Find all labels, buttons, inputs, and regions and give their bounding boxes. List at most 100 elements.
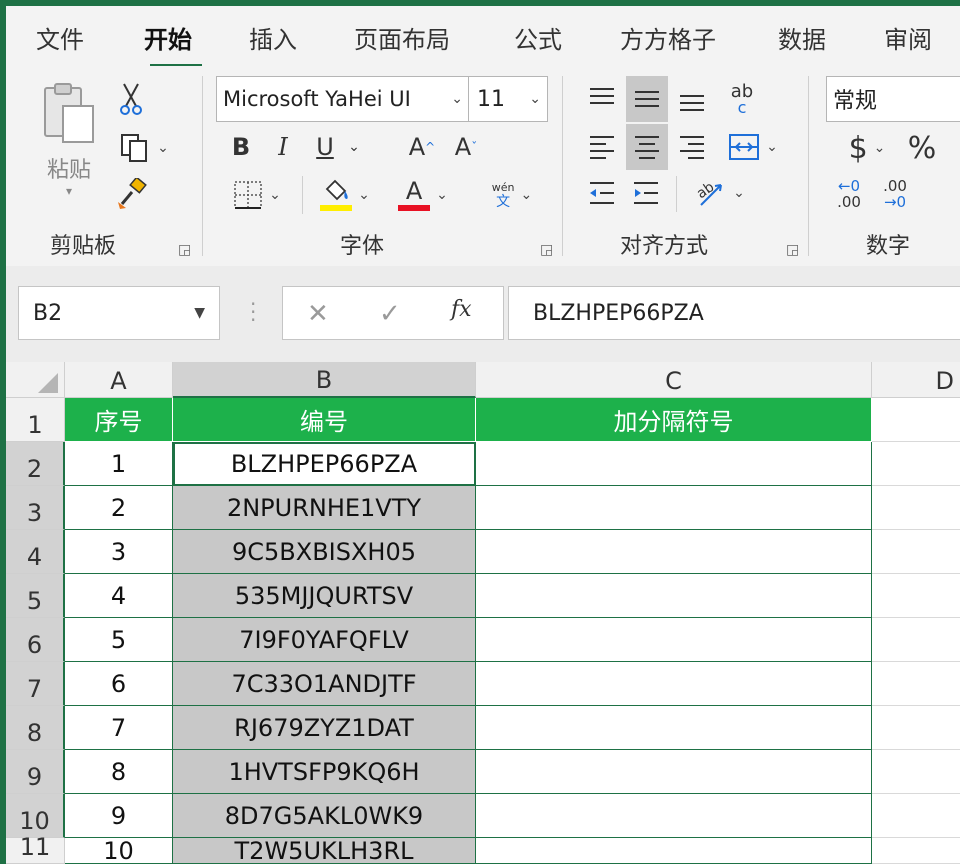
alignment-launcher-icon[interactable]: ◲ xyxy=(786,242,799,258)
header-cell[interactable]: 编号 xyxy=(173,398,476,442)
code-cell[interactable]: 535MJJQURTSV xyxy=(173,574,476,618)
serial-cell[interactable]: 1 xyxy=(65,442,173,486)
separator-cell[interactable] xyxy=(476,706,872,750)
align-left-button[interactable] xyxy=(582,124,622,170)
font-color-button[interactable]: A ⌄ xyxy=(390,172,456,218)
separator-cell[interactable] xyxy=(476,530,872,574)
separator-cell[interactable] xyxy=(476,442,872,486)
empty-cell[interactable] xyxy=(872,574,960,618)
grow-font-button[interactable]: A ^ xyxy=(404,128,440,166)
row-header[interactable]: 7 xyxy=(6,662,65,706)
separator-cell[interactable] xyxy=(476,574,872,618)
increase-decimal-button[interactable]: ←0 .00 xyxy=(828,174,870,214)
row-header[interactable]: 3 xyxy=(6,486,65,530)
empty-cell[interactable] xyxy=(872,530,960,574)
clipboard-launcher-icon[interactable]: ◲ xyxy=(178,242,191,258)
underline-dropdown-icon[interactable]: ⌄ xyxy=(344,128,364,166)
increase-indent-button[interactable] xyxy=(626,172,666,214)
serial-cell[interactable]: 9 xyxy=(65,794,173,838)
number-format-select[interactable]: 常规 xyxy=(826,76,960,122)
paste-button[interactable]: 粘贴 ▾ xyxy=(34,80,104,200)
serial-cell[interactable]: 4 xyxy=(65,574,173,618)
font-name-select[interactable]: Microsoft YaHei UI ⌄ xyxy=(216,76,470,122)
column-header-b[interactable]: B xyxy=(173,362,476,398)
empty-cell[interactable] xyxy=(872,706,960,750)
merge-center-button[interactable]: ⌄ xyxy=(718,124,788,170)
code-cell[interactable]: 9C5BXBISXH05 xyxy=(173,530,476,574)
code-cell[interactable]: T2W5UKLH3RL xyxy=(173,838,476,864)
row-header[interactable]: 11 xyxy=(6,833,65,864)
top-align-button[interactable] xyxy=(582,76,622,120)
tab-insert[interactable]: 插入 xyxy=(249,20,297,55)
tab-file[interactable]: 文件 xyxy=(36,20,84,55)
separator-cell[interactable] xyxy=(476,662,872,706)
serial-cell[interactable]: 6 xyxy=(65,662,173,706)
code-cell[interactable]: 8D7G5AKL0WK9 xyxy=(173,794,476,838)
column-header-c[interactable]: C xyxy=(476,362,872,398)
column-header-d[interactable]: D xyxy=(872,362,960,398)
fill-color-button[interactable]: ⌄ xyxy=(312,172,378,218)
select-all-corner[interactable] xyxy=(6,362,65,398)
row-header[interactable]: 2 xyxy=(6,442,65,486)
empty-cell[interactable] xyxy=(872,618,960,662)
serial-cell[interactable]: 5 xyxy=(65,618,173,662)
code-cell[interactable]: 1HVTSFP9KQ6H xyxy=(173,750,476,794)
empty-cell[interactable] xyxy=(872,486,960,530)
separator-cell[interactable] xyxy=(476,618,872,662)
header-cell[interactable]: 序号 xyxy=(65,398,173,442)
code-cell[interactable]: 2NPURNHE1VTY xyxy=(173,486,476,530)
formula-input[interactable]: BLZHPEP66PZA xyxy=(508,286,960,340)
tab-formulas[interactable]: 公式 xyxy=(514,20,562,55)
underline-button[interactable]: U xyxy=(310,128,340,166)
borders-button[interactable]: ⌄ xyxy=(220,174,294,216)
tab-fangfang-gezi[interactable]: 方方格子 xyxy=(620,20,716,55)
font-size-select[interactable]: 11 ⌄ xyxy=(468,76,548,122)
align-right-button[interactable] xyxy=(672,124,712,170)
column-header-a[interactable]: A xyxy=(65,362,173,398)
header-cell[interactable]: 加分隔符号 xyxy=(476,398,872,442)
shrink-font-button[interactable]: Aˇ xyxy=(448,128,484,166)
wrap-text-button[interactable]: ab c xyxy=(722,76,762,124)
row-header[interactable]: 5 xyxy=(6,574,65,618)
row-header[interactable]: 1 xyxy=(6,398,65,442)
phonetic-guide-button[interactable]: wén 文 ⌄ xyxy=(476,172,548,218)
row-header[interactable]: 10 xyxy=(6,794,65,838)
separator-cell[interactable] xyxy=(476,794,872,838)
tab-home[interactable]: 开始 xyxy=(144,20,192,55)
bold-button[interactable]: B xyxy=(226,128,256,166)
enter-check-icon[interactable]: ✓ xyxy=(379,299,401,329)
italic-button[interactable]: I xyxy=(268,128,298,166)
tab-data[interactable]: 数据 xyxy=(778,20,826,55)
bottom-align-button[interactable] xyxy=(672,76,712,124)
resize-handle-icon[interactable]: · · · xyxy=(250,294,256,330)
orientation-button[interactable]: ab ⌄ xyxy=(686,172,754,214)
decrease-decimal-button[interactable]: .00 →0 xyxy=(874,174,916,214)
row-header[interactable]: 8 xyxy=(6,706,65,750)
cancel-icon[interactable]: ✕ xyxy=(307,299,329,329)
insert-function-icon[interactable]: fx xyxy=(451,297,472,322)
code-cell[interactable]: BLZHPEP66PZA xyxy=(173,442,476,486)
code-cell[interactable]: 7I9F0YAFQFLV xyxy=(173,618,476,662)
row-header[interactable]: 9 xyxy=(6,750,65,794)
empty-cell[interactable] xyxy=(872,838,960,864)
format-painter-button[interactable] xyxy=(112,174,152,214)
accounting-format-button[interactable]: $ ⌄ xyxy=(832,126,902,170)
serial-cell[interactable]: 3 xyxy=(65,530,173,574)
serial-cell[interactable]: 2 xyxy=(65,486,173,530)
percent-style-button[interactable]: % xyxy=(902,126,942,170)
empty-cell[interactable] xyxy=(872,750,960,794)
tab-page-layout[interactable]: 页面布局 xyxy=(354,20,450,55)
cut-button[interactable] xyxy=(114,80,148,118)
separator-cell[interactable] xyxy=(476,838,872,864)
separator-cell[interactable] xyxy=(476,750,872,794)
font-launcher-icon[interactable]: ◲ xyxy=(540,242,553,258)
empty-cell[interactable] xyxy=(872,442,960,486)
serial-cell[interactable]: 10 xyxy=(65,838,173,864)
tab-review[interactable]: 审阅 xyxy=(884,20,932,55)
row-header[interactable]: 6 xyxy=(6,618,65,662)
serial-cell[interactable]: 7 xyxy=(65,706,173,750)
name-box[interactable]: B2 ▼ xyxy=(18,286,220,340)
separator-cell[interactable] xyxy=(476,486,872,530)
copy-button[interactable]: ⌄ xyxy=(112,128,176,168)
code-cell[interactable]: RJ679ZYZ1DAT xyxy=(173,706,476,750)
